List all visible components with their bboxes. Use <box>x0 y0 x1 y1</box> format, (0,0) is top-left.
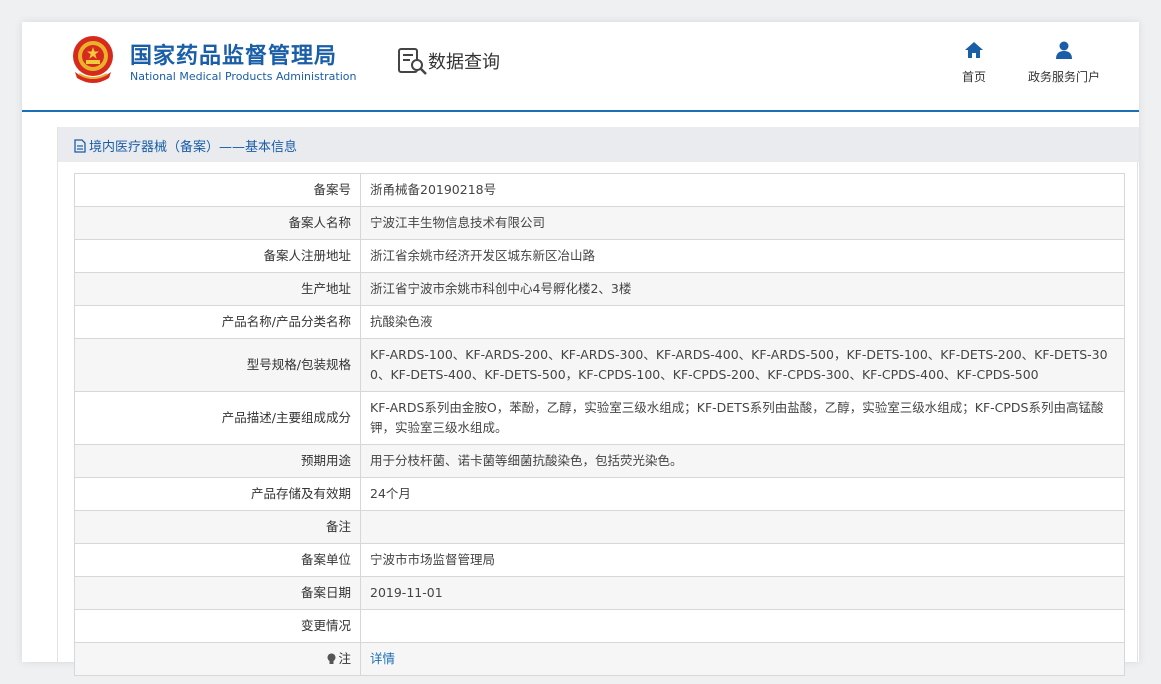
row-label: 预期用途 <box>74 444 361 478</box>
table-row: 注 详情 <box>74 642 1125 676</box>
row-value <box>360 510 1125 544</box>
row-label: 产品描述/主要组成成分 <box>74 391 361 445</box>
home-icon <box>965 42 983 58</box>
table-row: 备案号 浙甬械备20190218号 <box>74 173 1125 207</box>
table-row: 产品名称/产品分类名称 抗酸染色液 <box>74 305 1125 339</box>
nav-home[interactable]: 首页 <box>959 40 989 85</box>
lightbulb-icon <box>327 653 336 664</box>
section-title-text: 境内医疗器械（备案）——基本信息 <box>89 140 298 155</box>
row-label-note: 注 <box>74 642 361 676</box>
table-row: 生产地址 浙江省宁波市余姚市科创中心4号孵化楼2、3楼 <box>74 272 1125 306</box>
site-title-cn: 国家药品监督管理局 <box>130 44 338 69</box>
nav-home-label: 首页 <box>961 70 986 84</box>
table-row: 备案日期 2019-11-01 <box>74 576 1125 610</box>
table-row: 型号规格/包装规格 KF-ARDS-100、KF-ARDS-200、KF-ARD… <box>74 338 1125 392</box>
data-query-icon <box>398 48 427 75</box>
row-label: 备案日期 <box>74 576 361 610</box>
details-link[interactable]: 详情 <box>370 651 395 666</box>
row-label: 变更情况 <box>74 609 361 643</box>
section-heading: 数据查询 <box>428 52 500 73</box>
table-row: 备案单位 宁波市市场监督管理局 <box>74 543 1125 577</box>
table-row: 预期用途 用于分枝杆菌、诺卡菌等细菌抗酸染色，包括荧光染色。 <box>74 444 1125 478</box>
nav-service-portal-label: 政务服务门户 <box>1027 70 1100 84</box>
row-label-note-text: 注 <box>338 651 351 666</box>
row-label: 备案单位 <box>74 543 361 577</box>
info-table: 备案号 浙甬械备20190218号 备案人名称 宁波江丰生物信息技术有限公司 备… <box>74 173 1125 676</box>
row-value: 浙江省宁波市余姚市科创中心4号孵化楼2、3楼 <box>360 272 1125 306</box>
row-label: 产品存储及有效期 <box>74 477 361 511</box>
row-value: 24个月 <box>360 477 1125 511</box>
row-label: 备案号 <box>74 173 361 207</box>
section-bar: 境内医疗器械（备案）——基本信息 <box>58 127 1139 162</box>
row-value: 浙江省余姚市经济开发区城东新区冶山路 <box>360 239 1125 273</box>
table-row: 产品描述/主要组成成分 KF-ARDS系列由金胺O，苯酚，乙醇，实验室三级水组成… <box>74 391 1125 445</box>
row-value: 2019-11-01 <box>360 576 1125 610</box>
row-label: 备注 <box>74 510 361 544</box>
table-row: 备注 <box>74 510 1125 544</box>
row-value: 抗酸染色液 <box>360 305 1125 339</box>
site-header: 国家药品监督管理局 National Medical Products Admi… <box>22 22 1139 112</box>
content-panel: 境内医疗器械（备案）——基本信息 备案号 浙甬械备20190218号 备案人名称… <box>57 127 1139 676</box>
row-label: 备案人名称 <box>74 206 361 240</box>
table-row: 变更情况 <box>74 609 1125 643</box>
table-row: 备案人名称 宁波江丰生物信息技术有限公司 <box>74 206 1125 240</box>
row-value: KF-ARDS系列由金胺O，苯酚，乙醇，实验室三级水组成；KF-DETS系列由盐… <box>360 391 1125 445</box>
row-label: 备案人注册地址 <box>74 239 361 273</box>
user-icon <box>1056 41 1072 59</box>
row-value: 详情 <box>360 642 1125 676</box>
table-row: 备案人注册地址 浙江省余姚市经济开发区城东新区冶山路 <box>74 239 1125 273</box>
site-title-en: National Medical Products Administration <box>130 70 357 83</box>
row-value <box>360 609 1125 643</box>
row-value: 浙甬械备20190218号 <box>360 173 1125 207</box>
row-value: 用于分枝杆菌、诺卡菌等细菌抗酸染色，包括荧光染色。 <box>360 444 1125 478</box>
browser-window: 国家药品监督管理局 National Medical Products Admi… <box>22 22 1139 676</box>
row-label: 生产地址 <box>74 272 361 306</box>
row-value: 宁波市市场监督管理局 <box>360 543 1125 577</box>
section-title: 境内医疗器械（备案）——基本信息 <box>74 136 297 155</box>
national-emblem-icon <box>73 36 113 83</box>
row-label: 型号规格/包装规格 <box>74 338 361 392</box>
row-label: 产品名称/产品分类名称 <box>74 305 361 339</box>
nav-service-portal[interactable]: 政务服务门户 <box>1023 40 1105 85</box>
table-row: 产品存储及有效期 24个月 <box>74 477 1125 511</box>
row-value: 宁波江丰生物信息技术有限公司 <box>360 206 1125 240</box>
row-value: KF-ARDS-100、KF-ARDS-200、KF-ARDS-300、KF-A… <box>360 338 1125 392</box>
document-icon <box>74 138 86 153</box>
